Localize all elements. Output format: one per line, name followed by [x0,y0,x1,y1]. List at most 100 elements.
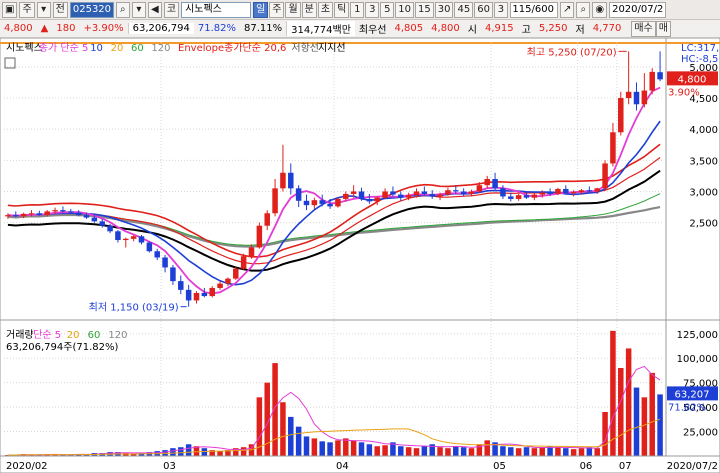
up-arrow-icon: ▲ [40,23,49,34]
market-button[interactable]: 주 [19,1,35,18]
change-pct: +3.90% [83,23,124,34]
candle-body [138,236,145,243]
last-pct-label: 3.90% [668,87,700,98]
max-annotation: 최고 5,250 (07/20) [527,46,617,58]
menu-icon[interactable]: ▣ [2,1,18,18]
candle-body [52,210,58,212]
period-tab[interactable]: 60 [474,1,493,18]
sell-button[interactable]: 매 [655,20,671,37]
candle-body [154,251,160,258]
price-tick-label: 3,500 [689,156,718,167]
volume-readout: 63,206,794주(71.82%) [6,342,118,353]
xaxis-label: 07 [619,461,632,472]
candle-body [358,191,365,199]
period-tab[interactable]: 초 [317,1,334,18]
period-tab[interactable]: 분 [301,1,317,18]
period-tab[interactable]: 5 [380,1,395,18]
period-tab[interactable]: 3 [493,1,508,18]
eye-icon[interactable]: ◉ [592,1,608,18]
candle-body [350,191,357,194]
candle-body [492,179,498,189]
buy-button[interactable]: 매수 [631,20,656,37]
all-button[interactable]: 전 [52,1,68,18]
period-tab[interactable]: 45 [454,1,474,18]
volume-bar [421,446,428,456]
xaxis-bar [0,455,720,473]
period-tab[interactable]: 일 [253,1,269,18]
period-tab[interactable]: 30 [434,1,454,18]
volume: 63,206,794 [127,23,194,34]
low: 4,770 [592,23,622,34]
volume-bar [570,449,577,456]
candle-body [421,191,428,194]
candle-body [99,221,105,226]
volume-bar [178,447,184,456]
candle-body [44,211,50,216]
volume-bar [618,368,624,456]
candle-body [83,215,90,218]
volume-bar [327,442,333,456]
change: 180 [56,23,76,34]
code-input[interactable]: 025320 [69,1,114,18]
candle-body [484,179,490,186]
period-tab[interactable]: 15 [415,1,434,18]
volume-bar [500,446,506,456]
magnifier-icon[interactable]: ⌕ [576,1,591,18]
last-volume-pct: 71.82% [668,402,706,413]
candle-body [563,188,569,194]
candle-body [256,225,263,248]
ask: 4,805 [394,23,424,34]
volume-tick-label: 25,000 [683,428,718,439]
volume-bar [649,372,655,456]
volume-bar [343,438,349,456]
speaker-icon[interactable]: ◀ [147,1,162,18]
period-tab[interactable]: 3 [365,1,380,18]
candle-body [280,172,286,189]
xaxis-label: 03 [163,461,176,472]
candle-body [28,213,35,215]
price-volume-chart[interactable]: 5,0004,5004,0003,5003,0002,500125,000100… [0,37,720,473]
volume-bar [201,448,208,456]
price-legend-item: 저항선 [291,42,319,54]
price-tick-label: 3,000 [689,187,718,198]
open-label: 시 [467,25,477,36]
search-icon[interactable]: ⌕ [115,1,130,18]
candle-body [586,190,593,192]
candle-body [272,188,278,214]
date-field[interactable]: 2020/07/2 [609,1,667,18]
period-tab[interactable]: 틱 [334,1,350,18]
candle-body [233,268,239,279]
period-tab[interactable]: 주 [269,1,285,18]
volume-bar [610,330,616,456]
volume-ratio: 71.82% [197,23,236,34]
candle-body [460,191,467,194]
candle-body [500,188,506,197]
xaxis-label: 05 [493,461,506,472]
candle-body [570,192,577,194]
candle-body [5,215,11,217]
current-price: 4,800 [4,23,33,34]
volume-bar [311,438,318,456]
period-tab[interactable]: 10 [395,1,415,18]
candle-body [295,188,302,201]
lc-label: LC:317, [681,43,719,54]
price-panel[interactable] [0,37,720,321]
candle-body [390,191,396,195]
candle-body [60,210,66,212]
volume-bar [437,447,443,456]
code-dropdown-icon[interactable]: ▾ [131,1,146,18]
period-tab[interactable]: 월 [285,1,301,18]
kospi-button[interactable]: 코 [163,1,180,18]
volume-legend-item: 단순 5 [33,329,61,341]
candle-body [405,195,412,198]
period-tab[interactable]: 1 [350,1,365,18]
candle-body [68,211,74,213]
chart-icon[interactable]: ↗ [559,1,575,18]
candle-body [429,193,435,197]
dropdown-icon[interactable]: ▾ [36,1,51,18]
chart-area[interactable]: 5,000 4,500 4,000 3,500 3,000 2,500 125,000 100… [0,37,720,473]
stock-name-field[interactable]: 시노펙스 [181,1,252,18]
page-count[interactable]: 115/600 [509,1,558,18]
candle-body [374,197,380,202]
xaxis-label: 06 [580,461,593,472]
